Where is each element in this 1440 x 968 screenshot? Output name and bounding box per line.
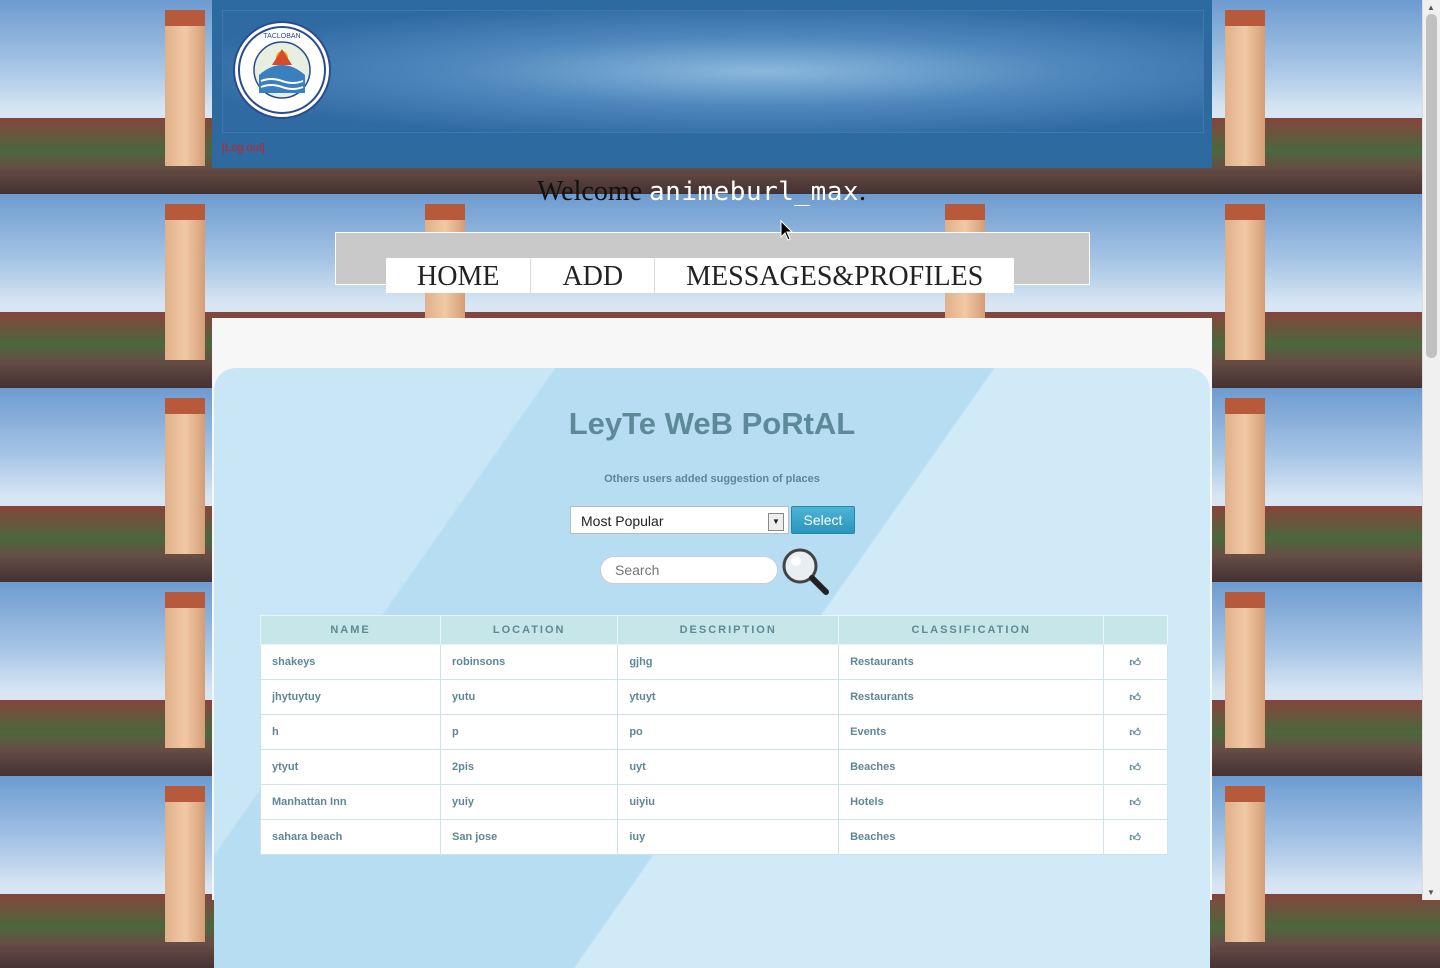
church-tower bbox=[165, 204, 205, 360]
cell-classification: Beaches bbox=[838, 819, 1105, 855]
table-row: ytyut 2pis uyt Beaches 👍︎ bbox=[259, 749, 1168, 785]
cell-location: yuiy bbox=[440, 784, 619, 820]
church-tower bbox=[165, 786, 205, 942]
church-tower bbox=[165, 398, 205, 554]
cell-like: 👍︎ bbox=[1103, 784, 1168, 820]
cell-name: sahara beach bbox=[259, 819, 442, 855]
table-row: shakeys robinsons gjhg Restaurants 👍︎ bbox=[259, 644, 1168, 680]
cell-classification: Events bbox=[838, 714, 1105, 750]
table-row: h p po Events 👍︎ bbox=[259, 714, 1168, 750]
cell-description: gjhg bbox=[617, 644, 840, 680]
cell-like: 👍︎ bbox=[1103, 819, 1168, 855]
cell-classification: Beaches bbox=[838, 749, 1105, 785]
church-tower bbox=[1225, 592, 1265, 748]
thumbs-up-icon[interactable]: 👍︎ bbox=[1129, 692, 1141, 704]
cell-name: shakeys bbox=[259, 644, 442, 680]
column-header-like bbox=[1103, 615, 1168, 645]
vertical-scrollbar[interactable]: ▲ ▼ bbox=[1422, 0, 1440, 900]
table-row: jhytuytuy yutu ytuyt Restaurants 👍︎ bbox=[259, 679, 1168, 715]
username: animeburl_max bbox=[649, 177, 860, 207]
thumbs-up-icon[interactable]: 👍︎ bbox=[1129, 727, 1141, 739]
chevron-down-icon[interactable]: ▼ bbox=[768, 513, 784, 531]
site-header: TACLOBAN [Log out] bbox=[212, 0, 1212, 168]
header-banner: TACLOBAN bbox=[222, 10, 1204, 133]
cell-name: ytyut bbox=[259, 749, 442, 785]
content-area: LeyTe WeB PoRtAL Others users added sugg… bbox=[212, 318, 1212, 968]
table-row: Manhattan Inn yuiy uiyiu Hotels 👍︎ bbox=[259, 784, 1168, 820]
sort-select-value: Most Popular bbox=[581, 513, 664, 529]
cell-classification: Restaurants bbox=[838, 679, 1105, 715]
thumbs-up-icon[interactable]: 👍︎ bbox=[1129, 797, 1141, 809]
table-header-row: NAME LOCATION DESCRIPTION CLASSIFICATION bbox=[259, 615, 1168, 645]
thumbs-up-icon[interactable]: 👍︎ bbox=[1129, 762, 1141, 774]
column-header-description: DESCRIPTION bbox=[617, 615, 840, 645]
column-header-classification: CLASSIFICATION bbox=[838, 615, 1105, 645]
mouse-cursor-icon bbox=[780, 220, 794, 241]
church-tower bbox=[1225, 398, 1265, 554]
cell-classification: Restaurants bbox=[838, 644, 1105, 680]
nav-add[interactable]: ADD bbox=[531, 258, 656, 293]
column-header-location: LOCATION bbox=[440, 615, 619, 645]
church-tower bbox=[1225, 204, 1265, 360]
cell-description: ytuyt bbox=[617, 679, 840, 715]
portal-panel: LeyTe WeB PoRtAL Others users added sugg… bbox=[214, 368, 1210, 968]
cell-location: robinsons bbox=[440, 644, 619, 680]
cell-description: iuy bbox=[617, 819, 840, 855]
scrollbar-thumb[interactable] bbox=[1426, 14, 1437, 358]
cell-description: uiyiu bbox=[617, 784, 840, 820]
places-table: NAME LOCATION DESCRIPTION CLASSIFICATION… bbox=[259, 615, 1168, 855]
main-nav: HOME ADD MESSAGES&PROFILES bbox=[386, 258, 1015, 293]
cell-name: h bbox=[259, 714, 442, 750]
church-tower bbox=[165, 592, 205, 748]
welcome-prefix: Welcome bbox=[537, 176, 643, 207]
sort-select[interactable]: Most Popular ▼ bbox=[570, 506, 789, 534]
select-button[interactable]: Select bbox=[791, 506, 855, 534]
cell-like: 👍︎ bbox=[1103, 749, 1168, 785]
welcome-suffix: . bbox=[859, 176, 867, 207]
church-tower bbox=[1225, 786, 1265, 942]
cell-description: po bbox=[617, 714, 840, 750]
cell-like: 👍︎ bbox=[1103, 679, 1168, 715]
cell-classification: Hotels bbox=[838, 784, 1105, 820]
table-row: sahara beach San jose iuy Beaches 👍︎ bbox=[259, 819, 1168, 855]
church-tower bbox=[1225, 10, 1265, 166]
cell-description: uyt bbox=[617, 749, 840, 785]
page-title: LeyTe WeB PoRtAL bbox=[568, 406, 856, 441]
scroll-up-icon[interactable]: ▲ bbox=[1427, 3, 1435, 12]
nav-messages-profiles[interactable]: MESSAGES&PROFILES bbox=[655, 258, 1014, 293]
search-input[interactable] bbox=[600, 556, 778, 584]
thumbs-up-icon[interactable]: 👍︎ bbox=[1129, 832, 1141, 844]
cell-location: yutu bbox=[440, 679, 619, 715]
city-seal-logo: TACLOBAN bbox=[233, 21, 331, 119]
cell-location: p bbox=[440, 714, 619, 750]
cell-location: San jose bbox=[440, 819, 619, 855]
nav-home[interactable]: HOME bbox=[386, 258, 532, 293]
search-icon[interactable] bbox=[780, 546, 830, 596]
thumbs-up-icon[interactable]: 👍︎ bbox=[1129, 657, 1141, 669]
cell-location: 2pis bbox=[440, 749, 619, 785]
seal-icon: TACLOBAN bbox=[238, 26, 326, 114]
column-header-name: NAME bbox=[259, 615, 442, 645]
logout-link[interactable]: [Log out] bbox=[222, 142, 265, 154]
cell-name: Manhattan Inn bbox=[259, 784, 442, 820]
svg-text:TACLOBAN: TACLOBAN bbox=[263, 33, 300, 40]
scroll-down-icon[interactable]: ▼ bbox=[1427, 888, 1435, 897]
cell-name: jhytuytuy bbox=[259, 679, 442, 715]
cell-like: 👍︎ bbox=[1103, 714, 1168, 750]
church-tower bbox=[165, 10, 205, 166]
cell-like: 👍︎ bbox=[1103, 644, 1168, 680]
welcome-message: Welcome animeburl_max. bbox=[537, 176, 866, 208]
page-subtitle: Others users added suggestion of places bbox=[604, 473, 820, 485]
